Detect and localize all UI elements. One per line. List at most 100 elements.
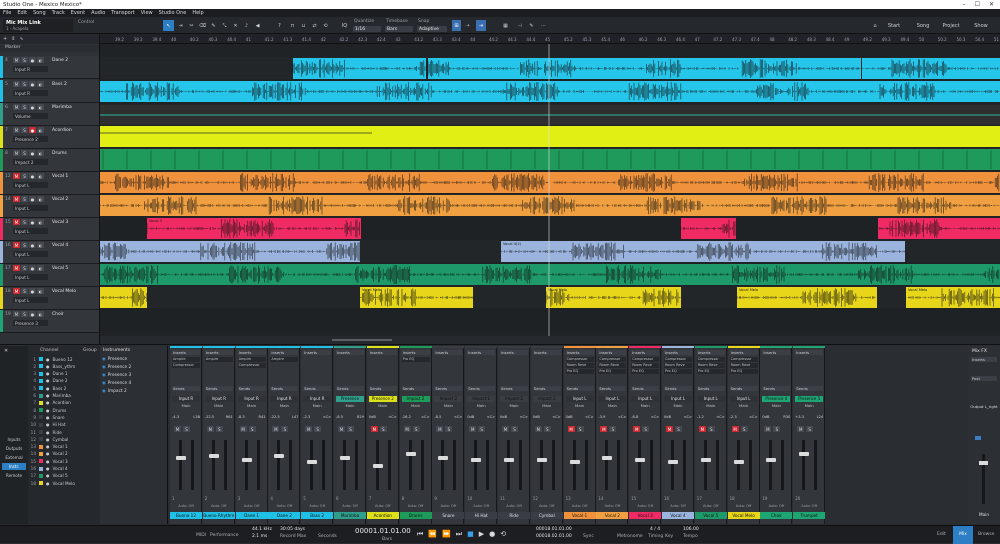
volume-fader[interactable] (769, 440, 773, 490)
track-name[interactable]: Vocal 3 (52, 220, 68, 225)
channel-list-item[interactable]: 6 ● Marimba (28, 393, 98, 399)
pan-value[interactable]: <C> (487, 415, 496, 419)
output-select[interactable]: Main (336, 403, 364, 408)
show-button[interactable]: Show (970, 20, 992, 31)
mute-button[interactable]: M (666, 426, 673, 432)
mute-button[interactable]: M (174, 426, 181, 432)
track-input[interactable]: Input L (13, 297, 48, 303)
arrange-view[interactable]: Vocal 3 Vocal 4(2) Vocal Melo Vocal Melo Voc… (100, 44, 1000, 336)
insert-slot[interactable]: Pro EQ (598, 369, 627, 374)
volume-fader[interactable] (277, 440, 281, 490)
fader-cap[interactable] (569, 460, 580, 464)
mute-button[interactable]: M (403, 426, 411, 432)
pan-value[interactable]: <C> (388, 415, 397, 419)
menu-edit[interactable]: Edit (17, 10, 27, 16)
pan-value[interactable]: <C> (716, 415, 725, 419)
solo-button[interactable]: S (412, 426, 420, 432)
visibility-icon[interactable]: ● (46, 357, 50, 362)
track-input[interactable]: Input R (13, 90, 48, 96)
input-select[interactable]: Input L (631, 396, 660, 402)
mix-button[interactable]: Mix (953, 526, 973, 544)
mute-button[interactable]: M (13, 311, 20, 317)
channel-list-item[interactable]: 4 ● Dane 2 (28, 378, 98, 384)
lane-background[interactable] (100, 309, 1000, 331)
track-name[interactable]: Acordion (52, 128, 72, 133)
panel-toggle[interactable]: External (2, 454, 26, 461)
mute-button[interactable]: M (272, 426, 280, 432)
iq-icon[interactable]: IQ (340, 20, 349, 31)
visibility-icon[interactable]: ● (46, 430, 50, 435)
project-button[interactable]: Project (940, 20, 962, 31)
input-select[interactable]: Impact 2 (401, 396, 430, 402)
sends-button[interactable]: Sends (368, 386, 397, 391)
track-name[interactable]: Bass 2 (52, 82, 67, 87)
track-name[interactable]: Marimba (52, 105, 72, 110)
solo-button[interactable]: S (21, 104, 28, 110)
volume-fader[interactable] (179, 440, 182, 490)
instrument-item[interactable]: ◉ Impact 2 (102, 388, 166, 395)
expand-icon[interactable]: ⇕ (11, 36, 15, 42)
menu-transport[interactable]: Transport (111, 10, 134, 16)
automation-mode[interactable]: Auto: Off (336, 504, 364, 508)
record-arm-icon[interactable]: ● (29, 81, 36, 87)
channel-list-item[interactable]: 5 ● Bass 2 (28, 385, 98, 391)
mute-button[interactable]: M (13, 173, 20, 179)
insert-slot[interactable]: Room Reve (598, 363, 627, 368)
insert-slot[interactable]: Pro EQ (565, 369, 594, 374)
track-input[interactable]: Volume (13, 113, 48, 119)
options-icon[interactable]: ⋯ (539, 20, 548, 31)
menu-track[interactable]: Track (52, 10, 65, 16)
track-input[interactable]: Input L (13, 228, 48, 234)
monitor-icon[interactable]: ◐ (37, 196, 44, 202)
eraser-tool-icon[interactable]: ⌫ (198, 20, 207, 31)
sends-button[interactable]: Sends (434, 386, 463, 391)
track-input[interactable]: Impact 2 (13, 159, 48, 165)
volume-value[interactable]: -8.5 (434, 415, 441, 419)
mute-button[interactable]: M (436, 426, 444, 432)
channel-list-item[interactable]: 11 ● Ride (28, 429, 98, 435)
tempo-value[interactable]: 106.00 (683, 527, 699, 532)
record-arm-icon[interactable]: ● (29, 288, 36, 294)
channel-label[interactable]: Trumpet (793, 512, 826, 519)
fader-cap[interactable] (733, 460, 744, 464)
insert-slot[interactable]: Pro EQ (664, 369, 692, 374)
fader-cap[interactable] (340, 456, 350, 460)
inserts-button[interactable]: Inserts (664, 350, 692, 355)
volume-fader[interactable] (802, 440, 806, 490)
insert-slot[interactable]: Room Reve (664, 363, 692, 368)
solo-button[interactable]: S (642, 426, 650, 432)
visibility-icon[interactable]: ● (46, 386, 50, 391)
pan-value[interactable]: <C> (454, 415, 463, 419)
fader-cap[interactable] (799, 452, 810, 456)
solo-button[interactable]: S (183, 426, 190, 432)
volume-fader[interactable] (703, 440, 707, 490)
visibility-icon[interactable]: ● (46, 378, 50, 383)
record-arm-icon[interactable]: ● (29, 311, 36, 317)
mute-button[interactable]: M (502, 426, 509, 432)
volume-value[interactable]: 0dB (762, 415, 769, 419)
add-track-icon[interactable]: + (3, 36, 7, 42)
record-arm-icon[interactable]: ● (29, 150, 36, 156)
output-select[interactable]: Main (467, 403, 495, 408)
inserts-button[interactable]: Inserts (729, 350, 758, 355)
monitor-icon[interactable]: ◐ (37, 265, 44, 271)
speaker-icon[interactable]: ◀ (253, 20, 262, 31)
track-input[interactable]: Presence 3 (13, 320, 48, 326)
instrument-item[interactable]: ◉ Presence (102, 356, 166, 363)
fader-cap[interactable] (602, 456, 613, 460)
loop-start[interactable]: 00018.01.01.00 (536, 527, 572, 532)
solo-button[interactable]: S (215, 426, 223, 432)
visibility-icon[interactable]: ● (46, 481, 50, 486)
channel-list-item[interactable]: 3 ● Dane 1 (28, 371, 98, 377)
insert-slot[interactable]: Pro EQ (729, 369, 758, 374)
monitor-icon[interactable]: ◐ (37, 150, 44, 156)
input-select[interactable]: Presence 2 (368, 396, 397, 402)
fader-cap[interactable] (405, 452, 416, 456)
volume-value[interactable]: -22.5 (205, 415, 214, 419)
audio-clip[interactable] (100, 126, 372, 147)
mute-button[interactable]: M (698, 426, 706, 432)
volume-fader[interactable] (343, 440, 346, 490)
song-info-box[interactable]: Mic Mix Link 1 - Acapela (3, 19, 73, 32)
pan-value[interactable]: R30 (783, 415, 790, 419)
output-select[interactable]: Main (270, 403, 298, 408)
